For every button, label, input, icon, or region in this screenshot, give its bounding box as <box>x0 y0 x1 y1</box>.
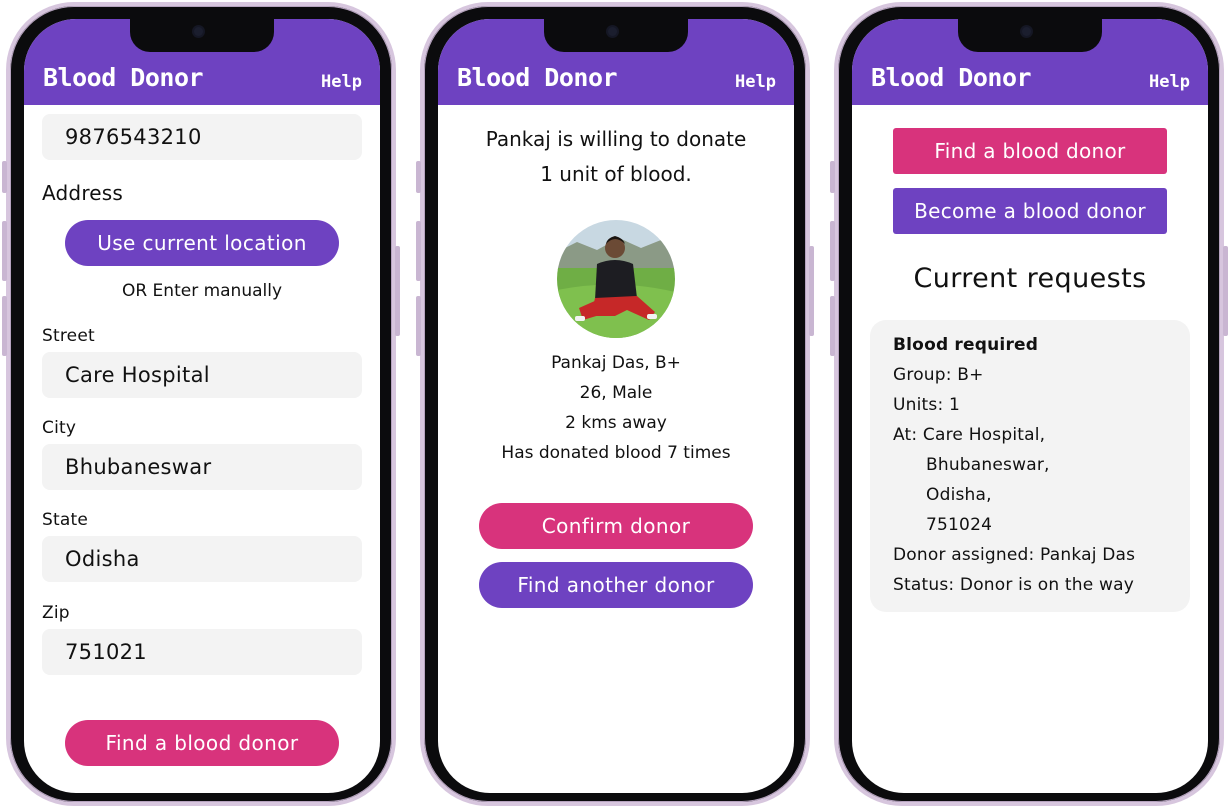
home: Find a blood donor Become a blood donor … <box>852 105 1208 793</box>
request-location-city: Bhubaneswar, <box>926 455 1050 475</box>
power-button <box>395 246 400 336</box>
help-link[interactable]: Help <box>735 72 776 92</box>
screen: Blood Donor Help 9876543210 Address Use … <box>24 19 380 793</box>
find-blood-donor-button[interactable]: Find a blood donor <box>893 128 1167 174</box>
phone-field[interactable]: 9876543210 <box>42 114 362 160</box>
state-label: State <box>42 510 88 530</box>
address-form: 9876543210 Address Use current location … <box>24 105 380 793</box>
power-button <box>809 246 814 336</box>
volume-up-button <box>2 221 7 281</box>
city-field[interactable]: Bhubaneswar <box>42 444 362 490</box>
request-donor-assigned: Donor assigned: Pankaj Das <box>893 545 1136 565</box>
mute-switch <box>416 161 421 193</box>
volume-up-button <box>830 221 835 281</box>
donor-message-line2: 1 unit of blood. <box>540 162 692 186</box>
notch <box>130 19 274 52</box>
find-blood-donor-button[interactable]: Find a blood donor <box>65 720 339 766</box>
or-enter-manually-text: OR Enter manually <box>121 281 283 301</box>
donor-distance: 2 kms away <box>565 413 667 433</box>
volume-down-button <box>416 296 421 356</box>
volume-down-button <box>2 296 7 356</box>
find-another-donor-button[interactable]: Find another donor <box>479 562 753 608</box>
request-heading: Blood required <box>893 335 1039 355</box>
power-button <box>1223 246 1228 336</box>
help-link[interactable]: Help <box>321 72 362 92</box>
zip-field[interactable]: 751021 <box>42 629 362 675</box>
phone-mockup-address-form: Blood Donor Help 9876543210 Address Use … <box>2 2 400 806</box>
donor-message-line1: Pankaj is willing to donate <box>485 127 747 151</box>
address-label: Address <box>42 181 124 205</box>
donor-photo-icon <box>557 220 675 338</box>
request-location: At: Care Hospital, <box>893 425 1046 445</box>
donor-age-gender: 26, Male <box>579 383 653 403</box>
volume-down-button <box>830 296 835 356</box>
screen: Blood Donor Help Pankaj is willing to do… <box>438 19 794 793</box>
donor-history: Has donated blood 7 times <box>501 443 731 463</box>
request-status: Status: Donor is on the way <box>893 575 1135 595</box>
volume-up-button <box>416 221 421 281</box>
camera-icon <box>1022 27 1031 36</box>
mute-switch <box>2 161 7 193</box>
help-link[interactable]: Help <box>1149 72 1190 92</box>
current-requests-heading: Current requests <box>913 263 1147 294</box>
use-current-location-button[interactable]: Use current location <box>65 220 339 266</box>
camera-icon <box>608 27 617 36</box>
confirm-donor-button[interactable]: Confirm donor <box>479 503 753 549</box>
notch <box>958 19 1102 52</box>
become-blood-donor-button[interactable]: Become a blood donor <box>893 188 1167 234</box>
state-field[interactable]: Odisha <box>42 536 362 582</box>
street-label: Street <box>42 326 95 346</box>
screen: Blood Donor Help Find a blood donor Beco… <box>852 19 1208 793</box>
street-field[interactable]: Care Hospital <box>42 352 362 398</box>
request-units: Units: 1 <box>893 395 961 415</box>
donor-match: Pankaj is willing to donate 1 unit of bl… <box>438 105 794 793</box>
app-title: Blood Donor <box>871 63 1032 92</box>
zip-label: Zip <box>42 603 70 623</box>
request-location-state: Odisha, <box>926 485 992 505</box>
city-label: City <box>42 418 77 438</box>
camera-icon <box>194 27 203 36</box>
donor-name: Pankaj Das, B+ <box>551 353 681 373</box>
donor-avatar <box>557 220 675 338</box>
request-location-zip: 751024 <box>926 515 993 535</box>
mute-switch <box>830 161 835 193</box>
request-card[interactable]: Blood required Group: B+ Units: 1 At: Ca… <box>870 320 1190 612</box>
app-title: Blood Donor <box>457 63 618 92</box>
app-title: Blood Donor <box>43 63 204 92</box>
phone-mockup-donor-match: Blood Donor Help Pankaj is willing to do… <box>416 2 814 806</box>
request-group: Group: B+ <box>893 365 984 385</box>
notch <box>544 19 688 52</box>
phone-mockup-home: Blood Donor Help Find a blood donor Beco… <box>830 2 1228 806</box>
